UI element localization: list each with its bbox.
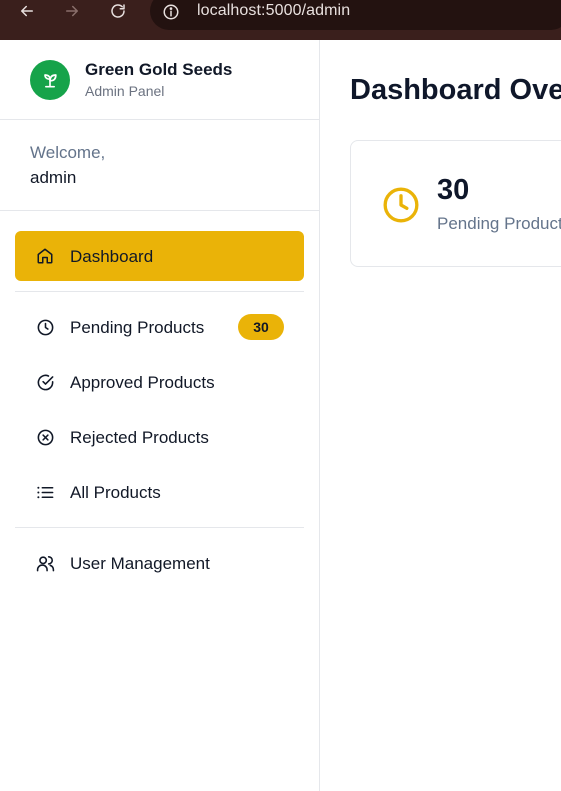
pending-products-stat-card[interactable]: 30 Pending Products (350, 140, 561, 267)
welcome-panel: Welcome, admin (0, 120, 319, 211)
check-circle-icon (35, 372, 55, 392)
sidebar-item-label: Pending Products (70, 318, 205, 337)
x-circle-icon (35, 427, 55, 447)
reload-icon[interactable] (106, 0, 130, 22)
page-title: Dashboard Overview (350, 74, 561, 106)
sidebar-item-approved-products[interactable]: Approved Products (15, 357, 304, 407)
sidebar-item-dashboard[interactable]: Dashboard (15, 231, 304, 281)
users-icon (35, 553, 55, 573)
sidebar-item-all-products[interactable]: All Products (15, 467, 304, 517)
url-text[interactable]: localhost:5000/admin (197, 2, 350, 20)
sidebar-divider (15, 291, 304, 292)
welcome-label: Welcome, (30, 143, 106, 162)
sidebar-divider (15, 527, 304, 528)
sidebar-item-label: Approved Products (70, 373, 215, 392)
clock-icon (381, 185, 421, 225)
sidebar-item-rejected-products[interactable]: Rejected Products (15, 412, 304, 462)
site-info-icon[interactable] (160, 1, 182, 23)
sidebar-item-label: User Management (70, 554, 210, 573)
sidebar-item-label: All Products (70, 483, 161, 502)
sidebar-item-user-management[interactable]: User Management (15, 538, 304, 588)
pending-count-badge: 30 (238, 314, 284, 340)
brand-name: Green Gold Seeds (85, 60, 233, 79)
home-icon (35, 246, 55, 266)
forward-arrow-icon[interactable] (60, 0, 84, 22)
browser-toolbar: localhost:5000/admin (0, 0, 561, 40)
stat-label: Pending Products (437, 214, 561, 233)
main-content: Dashboard Overview 30 Pending Products (320, 40, 561, 791)
sidebar-item-label: Dashboard (70, 247, 154, 266)
list-icon (35, 482, 55, 502)
back-arrow-icon[interactable] (15, 0, 39, 22)
brand-subtitle: Admin Panel (85, 83, 165, 99)
brand-header: Green Gold Seeds Admin Panel (0, 40, 319, 120)
stat-value: 30 (437, 174, 470, 206)
sidebar-item-label: Rejected Products (70, 428, 209, 447)
sprout-icon (30, 60, 70, 100)
sidebar: Green Gold Seeds Admin Panel Welcome, ad… (0, 40, 320, 791)
clock-icon (35, 317, 55, 337)
sidebar-item-pending-products[interactable]: Pending Products 30 (15, 302, 304, 352)
welcome-username: admin (30, 168, 77, 187)
